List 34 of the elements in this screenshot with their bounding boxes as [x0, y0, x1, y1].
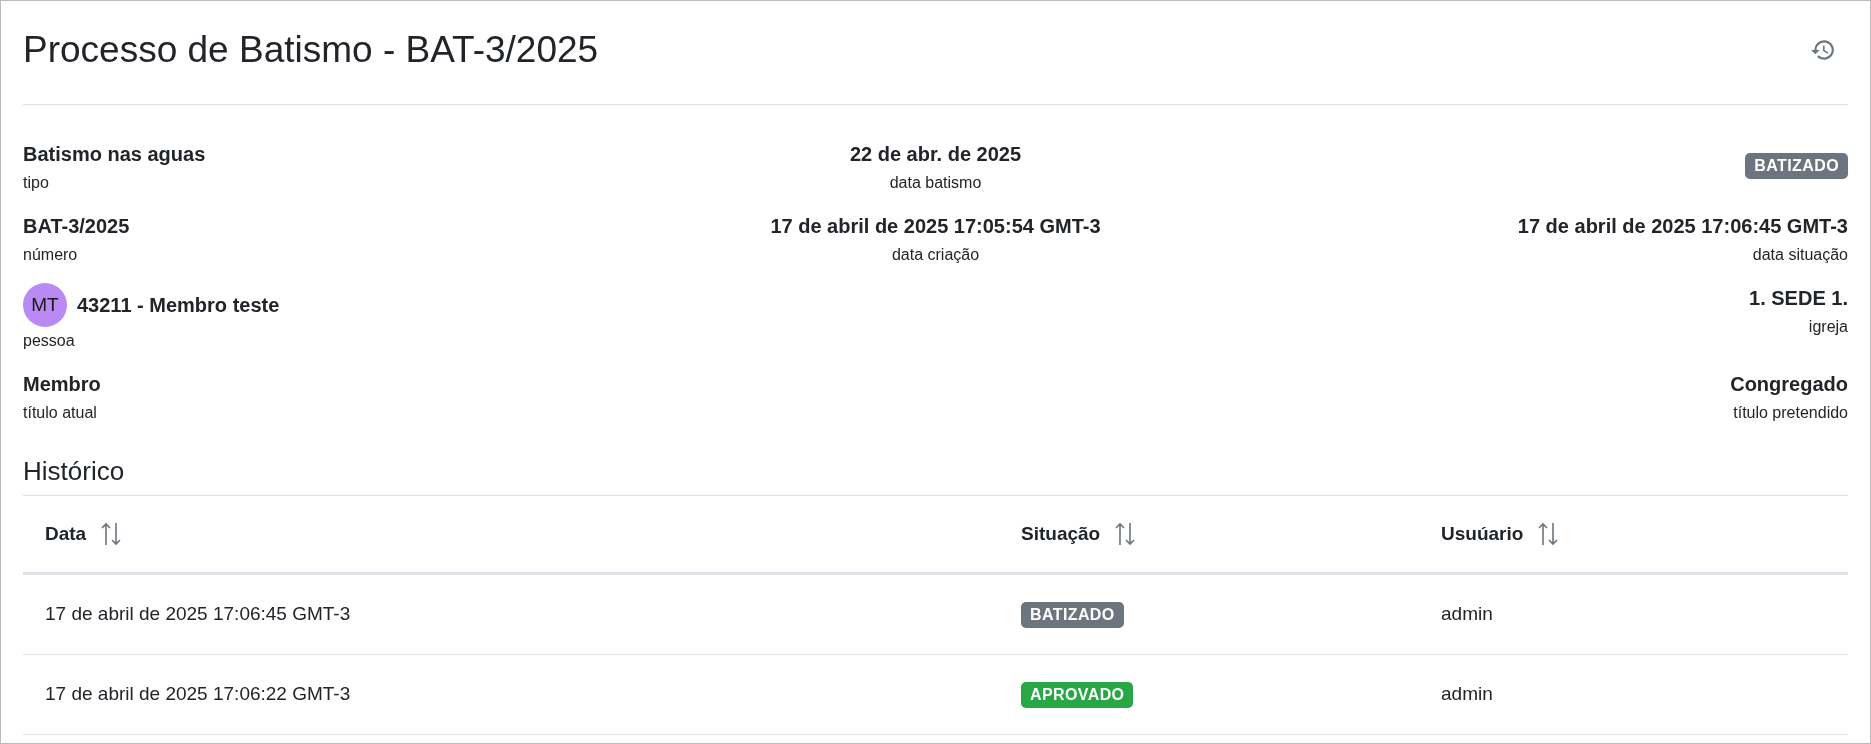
table-cell: admin	[1441, 603, 1493, 625]
field-value: 1. SEDE 1.	[1749, 286, 1848, 311]
sort-icon[interactable]	[1114, 521, 1137, 547]
page-title: Processo de Batismo - BAT-3/2025	[23, 27, 599, 72]
table-cell: 17 de abril de 2025 17:06:45 GMT-3	[45, 603, 351, 625]
column-header[interactable]: Usuúario	[1441, 519, 1524, 549]
field-label: tipo	[23, 173, 49, 193]
field-value: 17 de abril de 2025 17:05:54 GMT-3	[770, 214, 1101, 239]
column-header[interactable]: Situação	[1021, 519, 1101, 549]
sort-icon[interactable]	[100, 521, 123, 547]
field-value: BAT-3/2025	[23, 214, 130, 239]
field-label: título atual	[23, 403, 97, 423]
table-cell: admin	[1441, 683, 1493, 705]
column-header[interactable]: Data	[45, 519, 87, 549]
status-badge: BATIZADO	[1021, 601, 1124, 628]
field-label: pessoa	[23, 331, 75, 351]
avatar: MT	[23, 283, 67, 327]
section-heading: Histórico	[23, 453, 1848, 496]
field-value: 43211 - Membro teste	[77, 293, 280, 318]
field-value: 22 de abr. de 2025	[849, 142, 1022, 167]
field-label: número	[23, 245, 78, 265]
field-value: 17 de abril de 2025 17:06:45 GMT-3	[1517, 214, 1848, 239]
table-cell: 17 de abril de 2025 17:06:22 GMT-3	[45, 683, 351, 705]
sort-icon[interactable]	[1537, 521, 1560, 547]
field-value: Membro	[23, 372, 101, 397]
field-label: data criação	[891, 245, 980, 265]
field-value: Congregado	[1730, 372, 1848, 397]
status-badge: APROVADO	[1021, 681, 1134, 708]
field-label: data situação	[1752, 245, 1848, 265]
status-badge: BATIZADO	[1745, 153, 1848, 179]
field-value: Batismo nas aguas	[23, 142, 206, 167]
field-label: data batismo	[889, 173, 982, 193]
field-label: título pretendido	[1733, 403, 1848, 423]
field-label: igreja	[1808, 317, 1848, 337]
